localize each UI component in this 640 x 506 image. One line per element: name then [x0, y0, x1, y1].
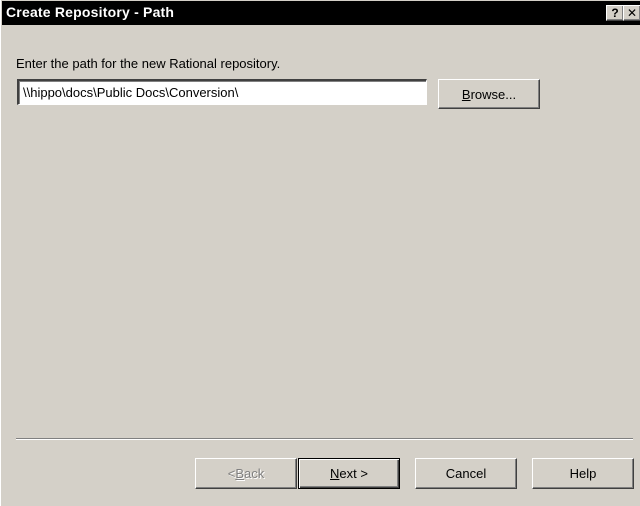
- question-mark-icon[interactable]: ?: [606, 5, 624, 21]
- window-title: Create Repository - Path: [6, 4, 175, 20]
- browse-label: rowse...: [470, 86, 517, 102]
- path-prompt-label: Enter the path for the new Rational repo…: [16, 56, 281, 71]
- repository-path-input[interactable]: [17, 79, 427, 105]
- back-button[interactable]: < Back: [195, 458, 297, 489]
- next-label: ext >: [339, 466, 368, 481]
- back-mnemonic: B: [235, 466, 245, 481]
- close-icon[interactable]: ✕: [623, 5, 640, 21]
- help-button[interactable]: Help: [532, 458, 634, 489]
- next-button[interactable]: Next >: [298, 458, 400, 489]
- next-mnemonic: N: [330, 466, 340, 481]
- back-prefix: <: [227, 466, 236, 481]
- footer-separator: [16, 438, 633, 440]
- back-label: ack: [244, 466, 265, 481]
- create-repository-dialog: Create Repository - Path ? ✕ Enter the p…: [0, 0, 640, 506]
- browse-mnemonic: B: [461, 86, 471, 102]
- browse-button[interactable]: Browse...: [438, 79, 540, 109]
- title-bar[interactable]: Create Repository - Path ? ✕: [2, 1, 640, 25]
- cancel-button[interactable]: Cancel: [415, 458, 517, 489]
